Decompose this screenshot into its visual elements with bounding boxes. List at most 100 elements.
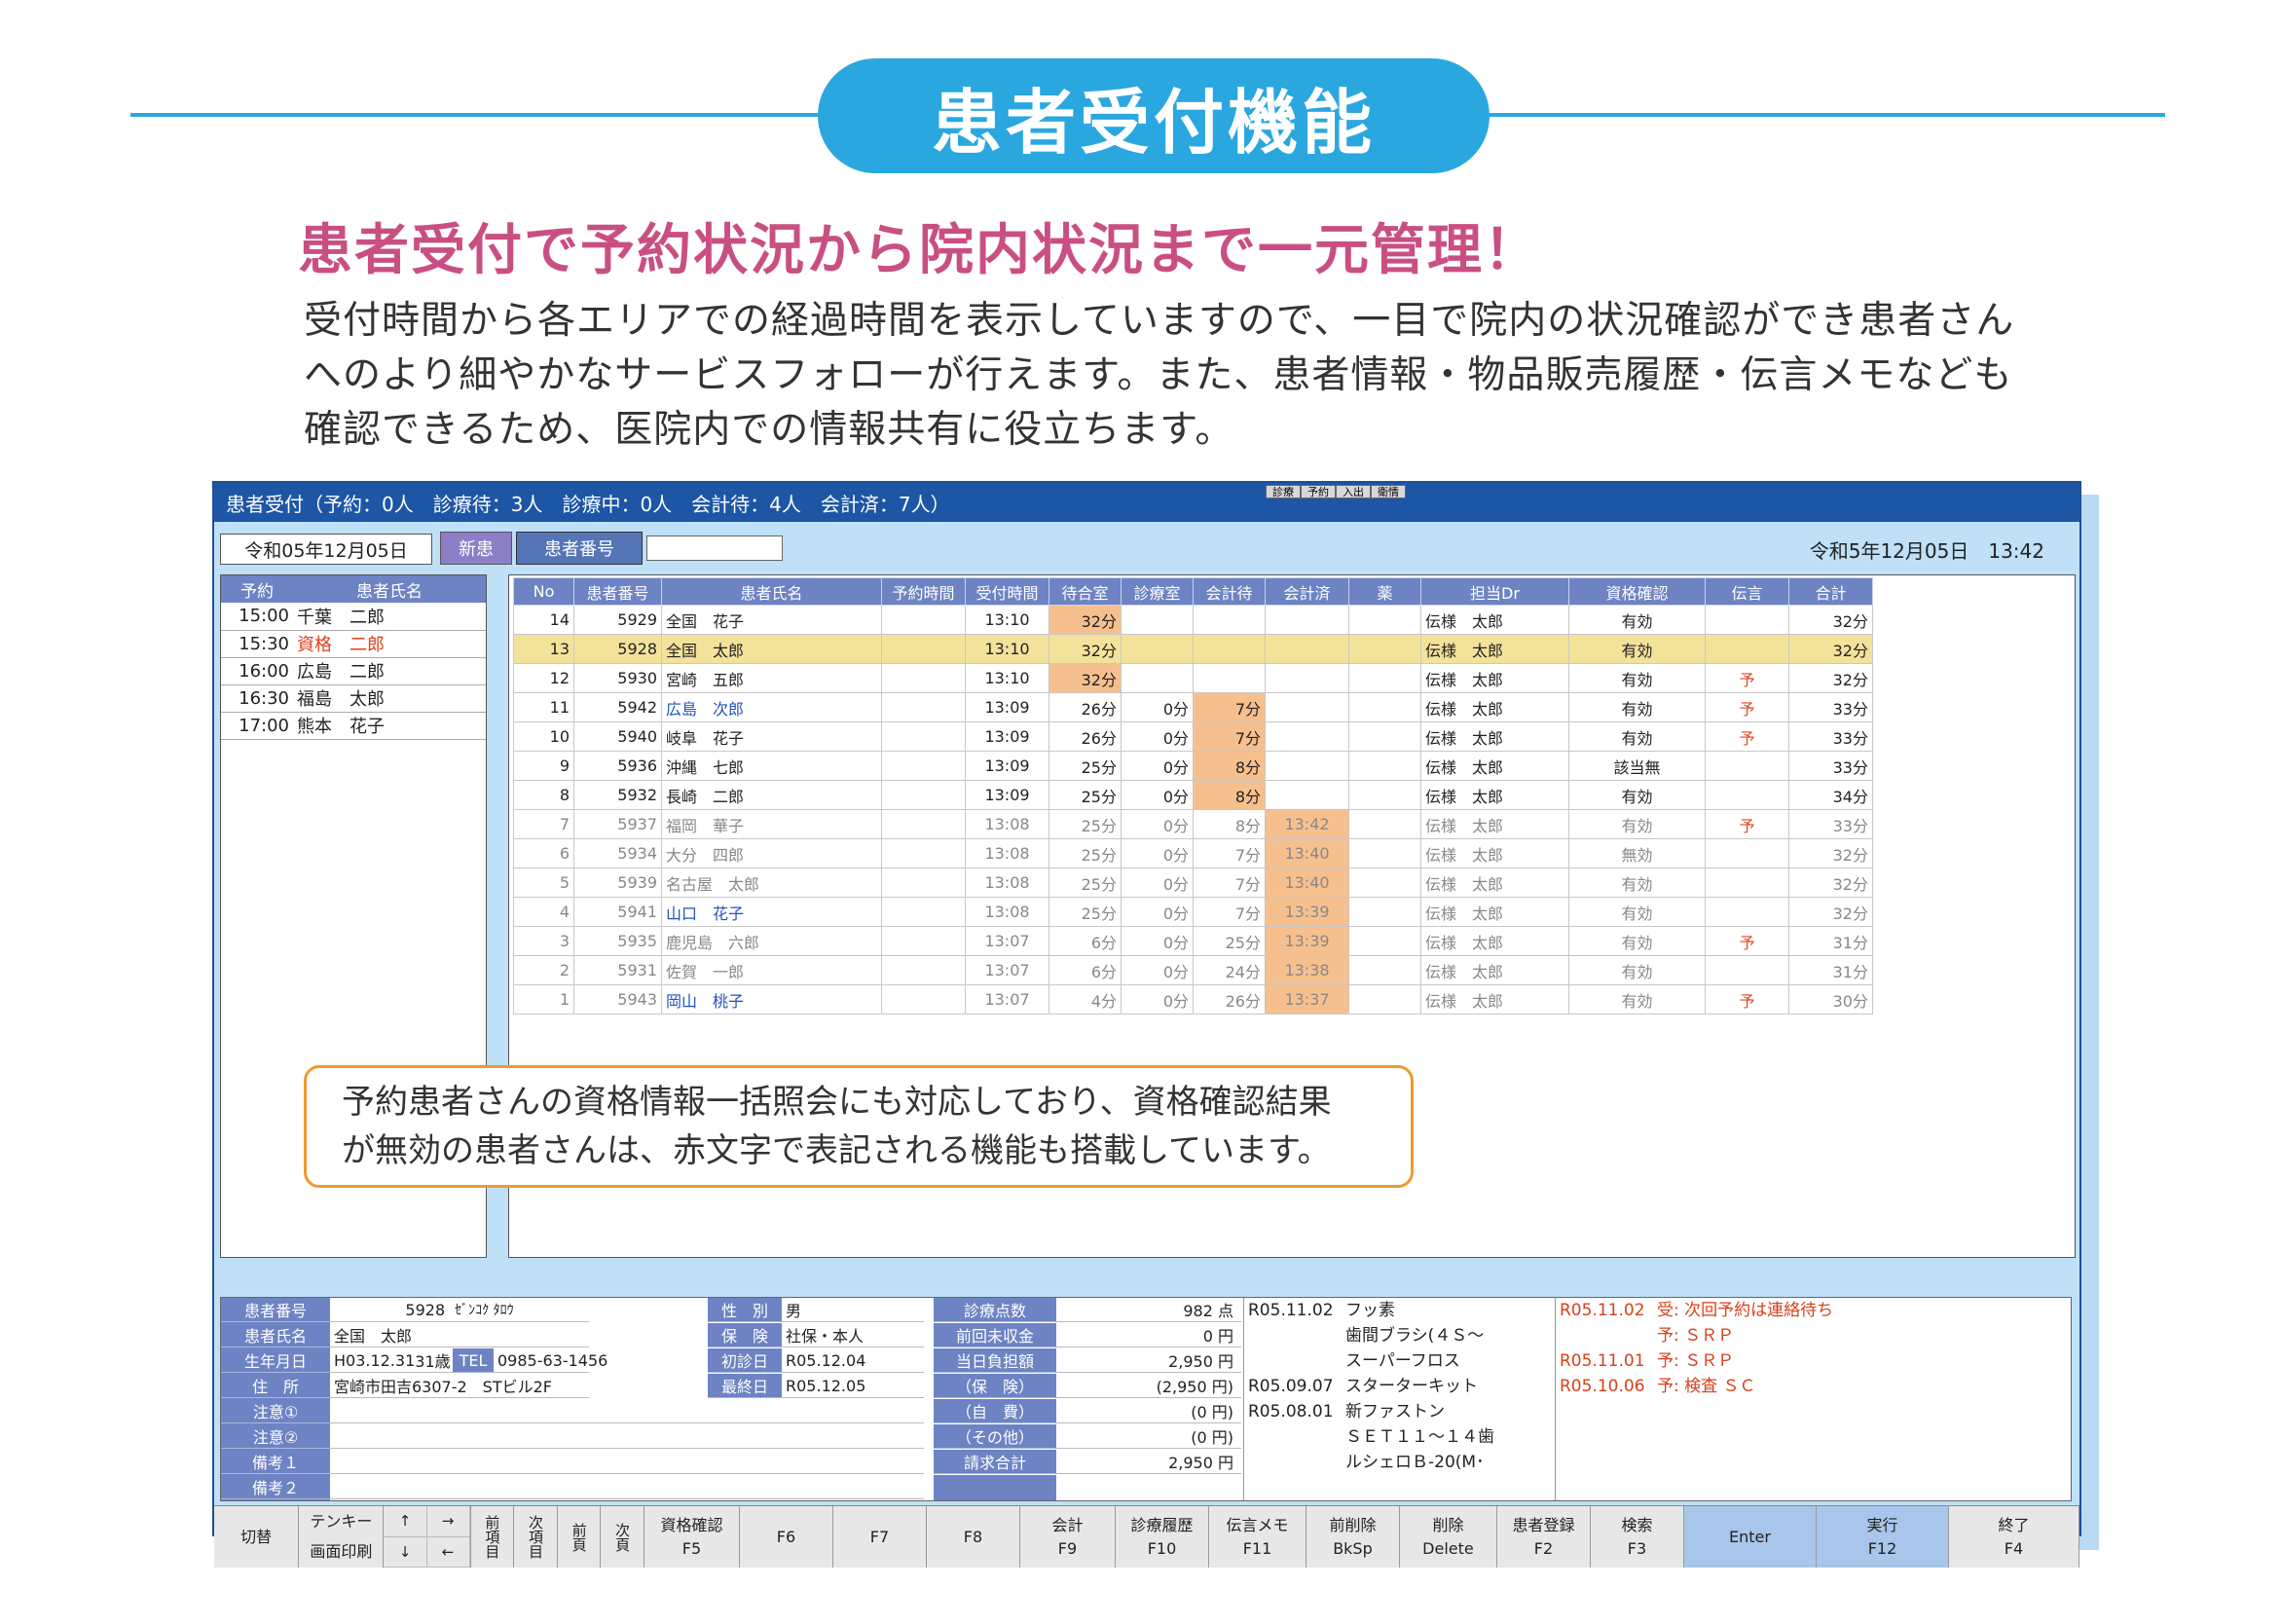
function-key[interactable]: F7 — [833, 1506, 927, 1568]
appointment-row[interactable]: 16:30 福島 太郎 — [221, 684, 486, 713]
table-row[interactable]: 11 5942 広島 次郎 13:09 26分 0分 7分 伝様 太郎 有効予 33分 — [513, 692, 1873, 722]
grid-header[interactable]: 患者氏名 — [661, 577, 882, 606]
history-row: スーパーフロス — [1248, 1348, 1553, 1374]
grid-header[interactable]: 資格確認 — [1568, 577, 1706, 606]
switch-button[interactable]: 切替 — [214, 1506, 300, 1568]
cell-wait: 25分 — [1049, 838, 1122, 868]
arrow-right-icon[interactable]: → — [426, 1506, 470, 1537]
date-field[interactable]: 令和05年12月05日 — [220, 534, 432, 565]
history-date: R05.08.01 — [1248, 1402, 1334, 1421]
cell-msg: 予 — [1705, 984, 1789, 1015]
tab-eijo[interactable]: 衛情 — [1371, 485, 1406, 498]
grid-header[interactable]: 待合室 — [1049, 577, 1122, 606]
grid-header[interactable]: 予約時間 — [881, 577, 966, 606]
memo1-value[interactable] — [330, 1450, 924, 1474]
grid-header[interactable]: No — [513, 577, 574, 606]
grid-header[interactable]: 診療室 — [1121, 577, 1194, 606]
memo-row: R05.10.06 予: 検査 ＳＣ — [1560, 1374, 2071, 1399]
prev-item-button[interactable]: 前項目 — [471, 1506, 515, 1568]
table-row[interactable]: 1 5943 岡山 桃子 13:07 4分 0分 26分 13:37 伝様 太郎 有効予 30分 — [513, 984, 1873, 1015]
cell-rec: 13:07 — [965, 926, 1049, 956]
note2-value[interactable] — [330, 1424, 924, 1449]
print-screen-button[interactable]: 画面印刷 — [310, 1540, 372, 1564]
cell-resv — [881, 984, 966, 1015]
cell-paid: 13:39 — [1265, 897, 1349, 927]
note1-value[interactable] — [330, 1399, 924, 1423]
cell-no: 3 — [513, 926, 574, 956]
grid-header[interactable]: 受付時間 — [965, 577, 1049, 606]
function-key[interactable]: 検索 F3 — [1591, 1506, 1684, 1568]
function-key[interactable]: 実行 F12 — [1816, 1506, 1949, 1568]
table-row[interactable]: 6 5934 大分 四郎 13:08 25分 0分 7分 13:40 伝様 太郎 無効 32分 — [513, 838, 1873, 868]
patient-id-input[interactable] — [646, 535, 783, 561]
grid-header[interactable]: 会計待 — [1193, 577, 1266, 606]
billing-label-fill — [934, 1475, 1056, 1500]
appointment-time: 17:00 — [221, 712, 293, 740]
table-row[interactable]: 5 5939 名古屋 太郎 13:08 25分 0分 7分 13:40 伝様 太郎 有効 32分 — [513, 867, 1873, 898]
appointment-row[interactable]: 15:00 千葉 二郎 — [221, 603, 486, 631]
tenkey-button[interactable]: テンキー — [310, 1510, 372, 1533]
memo-row: R05.11.02 受: 次回予約は連絡待ち — [1560, 1298, 2071, 1323]
appointment-row[interactable]: 15:30 資格 二郎 — [221, 630, 486, 658]
appointment-row[interactable]: 17:00 熊本 花子 — [221, 712, 486, 740]
cell-id: 5931 — [573, 955, 662, 985]
cell-total: 33分 — [1788, 809, 1873, 839]
function-key[interactable]: 資格確認 F5 — [644, 1506, 740, 1568]
function-key[interactable]: 診療履歴 F10 — [1116, 1506, 1209, 1568]
cell-msg: 予 — [1705, 926, 1789, 956]
grid-header[interactable]: 患者番号 — [573, 577, 662, 606]
grid-header[interactable]: 担当Dr — [1420, 577, 1569, 606]
table-row[interactable]: 7 5937 福岡 華子 13:08 25分 0分 8分 13:42 伝様 太郎 有効予 33分 — [513, 809, 1873, 839]
grid-header[interactable]: 伝言 — [1705, 577, 1789, 606]
arrow-down-icon[interactable]: ↓ — [384, 1536, 427, 1568]
appointment-row[interactable]: 16:00 広島 二郎 — [221, 657, 486, 685]
table-row[interactable]: 14 5929 全国 花子 13:10 32分 伝様 太郎 有効 32分 — [513, 605, 1873, 635]
next-page-button[interactable]: 次頁 — [601, 1506, 644, 1568]
cell-qual: 有効 — [1568, 867, 1706, 898]
label-memo2: 備考２ — [221, 1475, 330, 1499]
new-patient-button[interactable]: 新患 — [440, 532, 512, 565]
cell-exam — [1121, 605, 1194, 635]
arrow-left-icon[interactable]: ← — [426, 1536, 470, 1568]
function-key[interactable]: 会計 F9 — [1020, 1506, 1116, 1568]
tab-nyushutsu[interactable]: 入出 — [1336, 485, 1371, 498]
function-key[interactable]: 前削除 BkSp — [1306, 1506, 1400, 1568]
billing-label: （その他） — [934, 1424, 1056, 1449]
tab-yoyaku[interactable]: 予約 — [1301, 485, 1336, 498]
function-key[interactable]: 伝言メモ F11 — [1209, 1506, 1306, 1568]
appointment-name: 資格 二郎 — [293, 630, 486, 658]
table-row[interactable]: 10 5940 岐阜 花子 13:09 26分 0分 7分 伝様 太郎 有効予 33分 — [513, 721, 1873, 752]
grid-header[interactable]: 薬 — [1348, 577, 1421, 606]
function-key[interactable]: 患者登録 F2 — [1497, 1506, 1591, 1568]
table-row[interactable]: 4 5941 山口 花子 13:08 25分 0分 7分 13:39 伝様 太郎 有効 32分 — [513, 897, 1873, 927]
prev-page-button[interactable]: 前頁 — [558, 1506, 602, 1568]
cell-rec: 13:10 — [965, 634, 1049, 664]
table-row[interactable]: 3 5935 鹿児島 六郎 13:07 6分 0分 25分 13:39 伝様 太郎 有効予 31分 — [513, 926, 1873, 956]
table-row[interactable]: 9 5936 沖縄 七郎 13:09 25分 0分 8分 伝様 太郎 該当無 33分 — [513, 751, 1873, 781]
cell-no: 14 — [513, 605, 574, 635]
function-key[interactable]: 削除 Delete — [1400, 1506, 1497, 1568]
cell-med — [1348, 605, 1421, 635]
function-key[interactable]: F6 — [740, 1506, 833, 1568]
table-row[interactable]: 8 5932 長崎 二郎 13:09 25分 0分 8分 伝様 太郎 有効 34分 — [513, 780, 1873, 810]
grid-header[interactable]: 合計 — [1788, 577, 1873, 606]
patient-id: 5928 — [405, 1300, 446, 1319]
label-sex: 性 別 — [708, 1298, 782, 1322]
function-key[interactable]: F8 — [927, 1506, 1020, 1568]
cell-pay: 7分 — [1193, 721, 1266, 752]
appointment-time: 16:00 — [221, 657, 293, 685]
cell-med — [1348, 663, 1421, 693]
cell-dr: 伝様 太郎 — [1420, 926, 1569, 956]
grid-header[interactable]: 会計済 — [1265, 577, 1349, 606]
function-key[interactable]: 終了 F4 — [1949, 1506, 2079, 1568]
memo2-value[interactable] — [330, 1475, 924, 1499]
arrow-up-icon[interactable]: ↑ — [384, 1506, 427, 1537]
table-row[interactable]: 13 5928 全国 太郎 13:10 32分 伝様 太郎 有効 32分 — [513, 634, 1873, 664]
table-row[interactable]: 2 5931 佐賀 一郎 13:07 6分 0分 24分 13:38 伝様 太郎 有効 31分 — [513, 955, 1873, 985]
next-item-button[interactable]: 次項目 — [514, 1506, 558, 1568]
table-row[interactable]: 12 5930 宮崎 五郎 13:10 32分 伝様 太郎 有効予 32分 — [513, 663, 1873, 693]
cell-rec: 13:10 — [965, 663, 1049, 693]
tab-shinryo[interactable]: 診療 — [1266, 485, 1301, 498]
cell-total: 30分 — [1788, 984, 1873, 1015]
function-key[interactable]: Enter — [1683, 1506, 1817, 1568]
